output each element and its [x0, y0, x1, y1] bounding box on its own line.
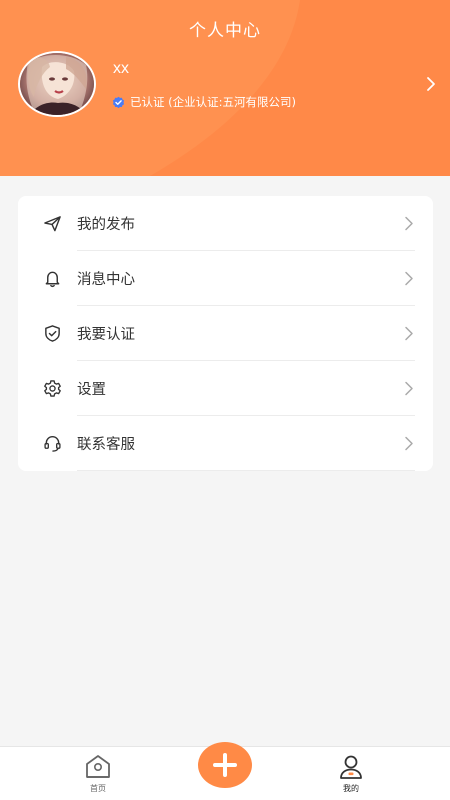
gear-icon	[44, 380, 61, 397]
chevron-right-icon[interactable]	[424, 76, 438, 92]
verified-badge-icon	[112, 96, 125, 108]
chevron-right-icon	[405, 381, 413, 396]
menu-item-customer-service[interactable]: 联系客服	[18, 416, 433, 471]
headset-icon	[44, 435, 61, 452]
verification-status: 已认证 (企业认证:五河有限公司)	[112, 94, 296, 110]
profile-screen: 个人中心 xx 已认证 (企业认证:五河有限公司) 我的发布 消息中心 我要认证…	[0, 0, 450, 800]
chevron-right-icon	[405, 326, 413, 341]
menu-item-settings[interactable]: 设置	[18, 361, 433, 416]
verification-text: 已认证 (企业认证:五河有限公司)	[130, 95, 297, 109]
menu-item-my-posts[interactable]: 我的发布	[18, 196, 433, 251]
avatar[interactable]	[18, 51, 96, 117]
menu-item-label: 我的发布	[77, 217, 135, 233]
menu-item-label: 我要认证	[77, 327, 135, 343]
plus-icon	[213, 753, 237, 777]
menu-item-verification[interactable]: 我要认证	[18, 306, 433, 361]
chevron-right-icon	[405, 271, 413, 286]
bell-icon	[45, 271, 60, 288]
menu-card: 我的发布 消息中心 我要认证 设置 联系客服	[18, 196, 433, 471]
home-icon	[86, 755, 110, 778]
nav-item-label: 我的	[343, 784, 359, 793]
nav-item-label: 首页	[90, 784, 106, 793]
divider	[77, 470, 415, 471]
shield-check-icon	[45, 325, 60, 342]
menu-item-label: 设置	[77, 382, 106, 398]
chevron-right-icon	[405, 216, 413, 231]
user-icon	[340, 755, 362, 779]
menu-item-label: 消息中心	[77, 272, 135, 288]
menu-item-label: 联系客服	[77, 437, 135, 453]
user-name: xx	[113, 60, 129, 77]
page-title: 个人中心	[189, 21, 261, 41]
profile-header: 个人中心 xx 已认证 (企业认证:五河有限公司)	[0, 0, 450, 176]
nav-item-home[interactable]: 首页	[58, 747, 138, 800]
menu-item-messages[interactable]: 消息中心	[18, 251, 433, 306]
send-icon	[44, 216, 61, 232]
chevron-right-icon	[405, 436, 413, 451]
nav-item-mine[interactable]: 我的	[311, 747, 391, 800]
add-post-button[interactable]	[198, 742, 252, 788]
